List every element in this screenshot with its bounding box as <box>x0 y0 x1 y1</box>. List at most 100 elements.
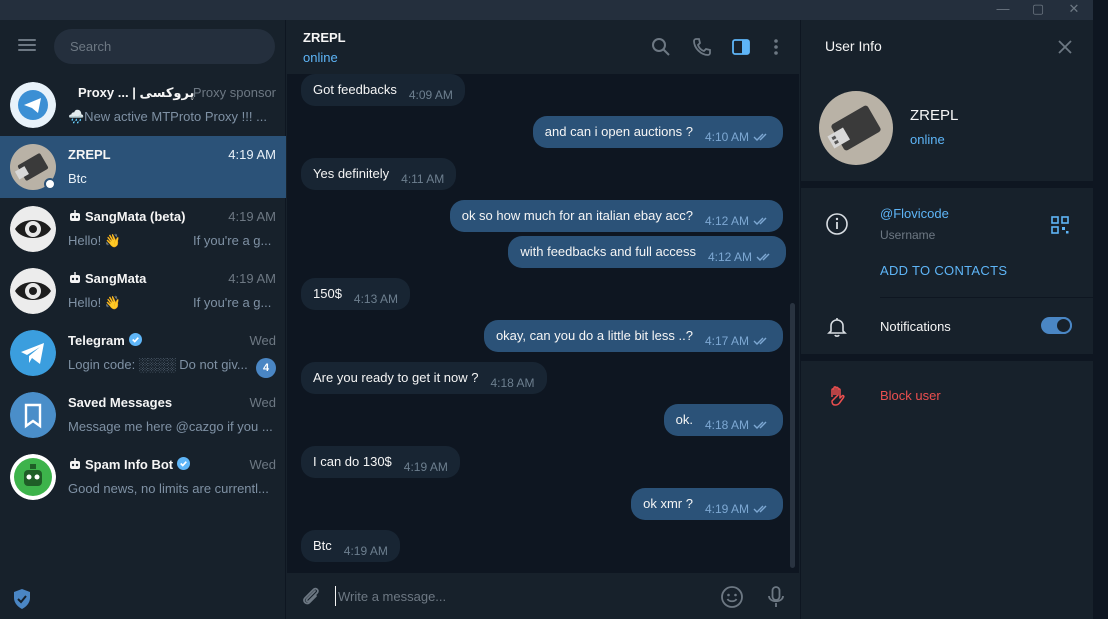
chat-time: 4:19 AM <box>228 271 276 286</box>
chat-preview: 🌧️New active MTProto Proxy !!! ... <box>68 109 267 124</box>
read-receipt-icon <box>753 505 767 513</box>
user-status: online <box>910 132 945 147</box>
chat-name: Saved Messages <box>68 395 173 410</box>
chat-preview: Btc <box>68 171 87 186</box>
message-text: I can do 130$ <box>313 454 392 469</box>
chat-list-item[interactable]: Spam Info Bot Wed Good news, no limits are… <box>0 446 286 508</box>
message-text: Yes definitely <box>313 166 390 181</box>
user-avatar[interactable] <box>819 91 893 165</box>
message-time: 4:12 AM <box>704 214 749 228</box>
search-input[interactable] <box>54 29 275 64</box>
minimize-icon[interactable]: — <box>985 0 1021 20</box>
notifications-label: Notifications <box>880 319 951 334</box>
add-to-contacts-button[interactable]: ADD TO CONTACTS <box>880 263 1007 278</box>
scrollbar[interactable] <box>790 303 795 568</box>
message-list: Got feedbacks 4:09 AM and can i open aucti… <box>287 74 799 573</box>
chat-list-item[interactable]: SangMata 4:19 AM Hello! 👋 If you're a g... <box>0 260 286 322</box>
close-icon[interactable]: ✕ <box>1056 0 1092 20</box>
chat-preview: Login code: ░░░░ Do not giv... <box>68 357 248 372</box>
close-panel-icon[interactable] <box>1055 37 1075 57</box>
message-text: Btc <box>313 538 332 553</box>
search-icon[interactable] <box>651 37 671 57</box>
chat-list-item[interactable]: Saved Messages Wed Message me here @cazgo … <box>0 384 286 446</box>
outgoing-message[interactable]: ok xmr ? 4:19 AM <box>631 488 783 520</box>
incoming-message[interactable]: Yes definitely 4:11 AM <box>301 158 457 190</box>
block-hand-icon <box>831 386 845 406</box>
divider <box>801 354 1094 361</box>
incoming-message[interactable]: 150$ 4:13 AM <box>301 278 410 310</box>
incoming-message[interactable]: Btc 4:19 AM <box>301 530 400 562</box>
chat-preview: Message me here @cazgo if you ... <box>68 419 273 434</box>
chat-preview-extra: If you're a g... <box>193 233 272 248</box>
user-info-panel: User Info ZREPL online @Flovicode Userna… <box>800 20 1094 619</box>
divider-line <box>880 297 1094 298</box>
message-text: Are you ready to get it now ? <box>313 370 479 385</box>
window-edge <box>1093 0 1108 619</box>
read-receipt-icon <box>753 421 767 429</box>
incoming-message[interactable]: Are you ready to get it now ? 4:18 AM <box>301 362 547 394</box>
outgoing-message[interactable]: with feedbacks and full access 4:12 AM <box>508 236 786 268</box>
microphone-icon[interactable] <box>764 585 788 609</box>
notifications-toggle[interactable] <box>1041 317 1072 334</box>
more-vertical-icon[interactable] <box>766 37 786 57</box>
chat-name: Telegram <box>68 333 142 348</box>
paperclip-icon[interactable] <box>299 585 323 609</box>
robot-avatar <box>10 454 56 500</box>
maximize-icon[interactable]: ▢ <box>1020 0 1056 20</box>
username-link[interactable]: @Flovicode <box>880 206 949 221</box>
chat-header[interactable]: ZREPL online <box>287 20 799 74</box>
shield-icon[interactable] <box>12 588 32 610</box>
chat-list-item[interactable]: Proxy ... | پروکسی Proxy sponsor 🌧️New act… <box>0 74 286 136</box>
message-time: 4:19 AM <box>403 460 448 474</box>
chat-list-item[interactable]: Telegram Wed Login code: ░░░░ Do not giv..… <box>0 322 286 384</box>
info-icon <box>826 213 848 235</box>
chat-list-item[interactable]: ZREPL 4:19 AM Btc <box>0 136 286 198</box>
outgoing-message[interactable]: ok so how much for an italian ebay acc? 4… <box>449 200 783 232</box>
message-time: 4:18 AM <box>704 418 749 432</box>
chat-preview: Good news, no limits are currentl... <box>68 481 269 496</box>
qr-code-icon[interactable] <box>1051 216 1069 234</box>
online-dot <box>44 178 56 190</box>
unread-badge: 4 <box>256 358 276 378</box>
message-time: 4:10 AM <box>704 130 749 144</box>
emoji-icon[interactable] <box>720 585 744 609</box>
message-time: 4:11 AM <box>401 172 445 186</box>
telegram-logo <box>10 330 56 376</box>
message-text: ok xmr ? <box>643 496 693 511</box>
incoming-message[interactable]: I can do 130$ 4:19 AM <box>301 446 460 478</box>
chat-time: 4:19 AM <box>228 147 276 162</box>
chat-preview-extra: If you're a g... <box>193 295 272 310</box>
bot-icon <box>70 272 80 283</box>
chat-time: Proxy sponsor <box>192 85 276 100</box>
chat-list-item[interactable]: SangMata (beta) 4:19 AM Hello! 👋 If you're … <box>0 198 286 260</box>
telegram-proxy-logo <box>10 82 56 128</box>
chat-time: 4:19 AM <box>228 209 276 224</box>
message-text: Got feedbacks <box>313 82 397 97</box>
incoming-message[interactable]: Got feedbacks 4:09 AM <box>301 74 465 106</box>
outgoing-message[interactable]: ok. 4:18 AM <box>663 404 783 436</box>
chat-time: Wed <box>249 333 277 348</box>
sidebar-toggle-icon[interactable] <box>731 37 751 57</box>
eye-avatar <box>10 206 56 252</box>
divider <box>801 181 1094 188</box>
eye-avatar <box>10 268 56 314</box>
message-input[interactable] <box>335 586 705 606</box>
block-user-button[interactable]: Block user <box>880 388 941 403</box>
hamburger-menu-icon[interactable] <box>14 36 40 58</box>
bot-icon <box>70 458 80 469</box>
username-label: Username <box>880 228 936 242</box>
message-time: 4:12 AM <box>707 250 752 264</box>
composer <box>287 573 799 619</box>
read-receipt-icon <box>753 337 767 345</box>
phone-icon[interactable] <box>692 37 712 57</box>
bookmark-icon <box>10 392 56 438</box>
title-bar: — ▢ ✕ <box>0 0 1093 20</box>
user-name: ZREPL <box>910 107 959 124</box>
chat-preview: Hello! 👋 <box>68 233 122 248</box>
message-time: 4:19 AM <box>343 544 388 558</box>
read-receipt-icon <box>753 217 767 225</box>
message-time: 4:19 AM <box>704 502 749 516</box>
outgoing-message[interactable]: okay, can you do a little bit less ..? 4:… <box>483 320 783 352</box>
read-receipt-icon <box>756 253 770 261</box>
outgoing-message[interactable]: and can i open auctions ? 4:10 AM <box>532 116 783 148</box>
